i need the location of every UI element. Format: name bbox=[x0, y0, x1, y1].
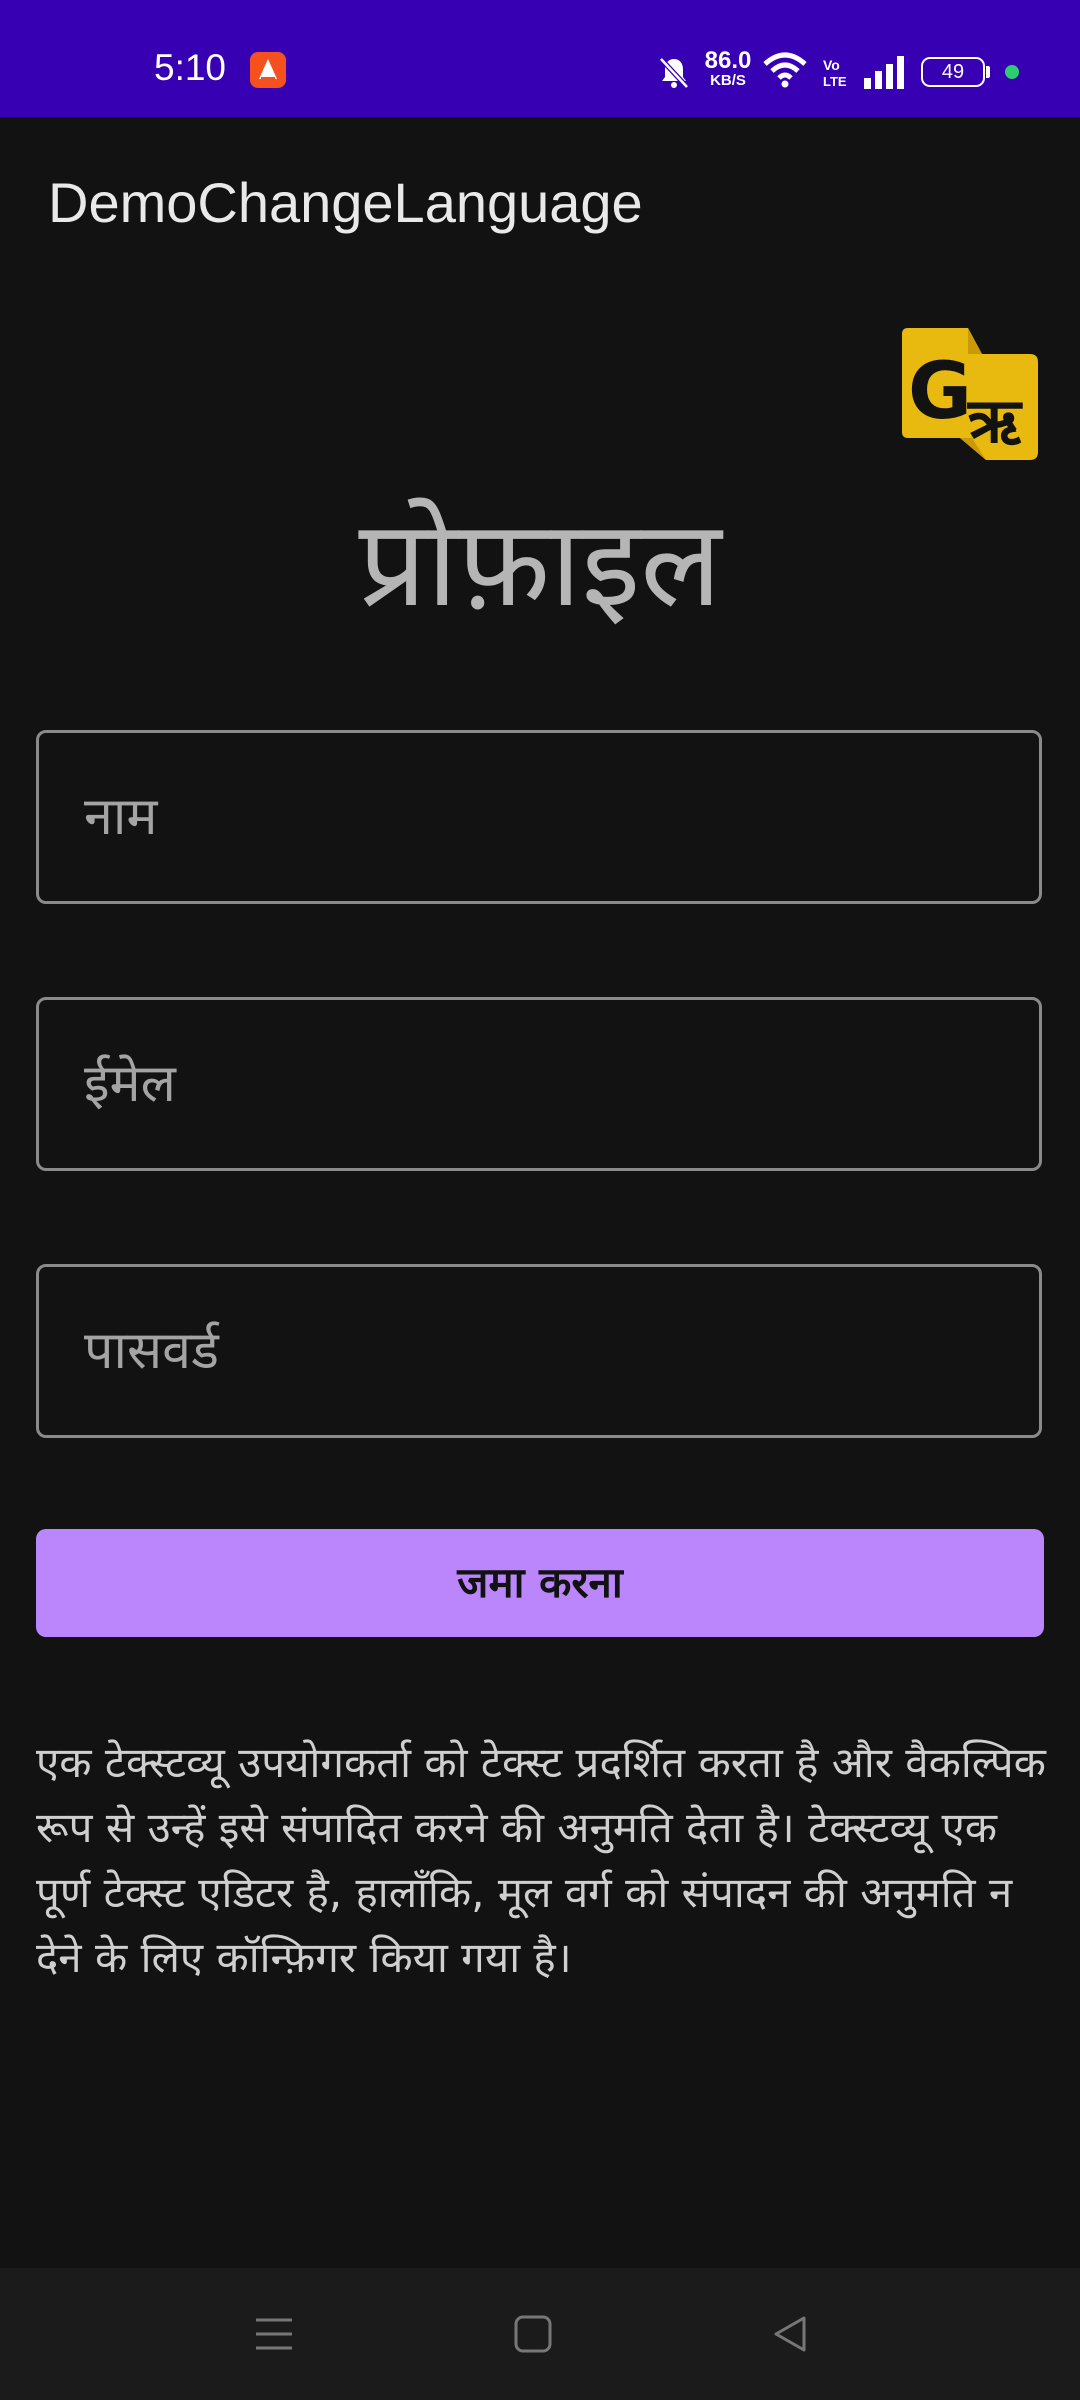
privacy-indicator-dot bbox=[1005, 65, 1019, 79]
svg-text:G: G bbox=[908, 347, 972, 437]
status-time: 5:10 bbox=[154, 47, 227, 88]
back-icon[interactable] bbox=[770, 2314, 810, 2358]
battery-icon: 49 bbox=[921, 57, 985, 87]
name-placeholder: नाम bbox=[84, 787, 158, 847]
email-placeholder: ईमेल bbox=[84, 1054, 176, 1114]
app-notification-icon bbox=[250, 52, 286, 88]
svg-text:ऋ: ऋ bbox=[967, 384, 1023, 457]
google-translate-icon: G ऋ bbox=[902, 328, 1038, 460]
network-speed-unit: KB/S bbox=[710, 72, 746, 89]
submit-button[interactable]: जमा करना bbox=[36, 1529, 1044, 1637]
email-field[interactable]: ईमेल bbox=[36, 997, 1042, 1171]
profile-heading: प्रोफ़ाइल bbox=[358, 495, 722, 634]
navigation-bar bbox=[0, 2268, 1080, 2400]
app-title: DemoChangeLanguage bbox=[48, 171, 643, 234]
password-field[interactable]: पासवर्ड bbox=[36, 1264, 1042, 1438]
svg-text:Vo: Vo bbox=[823, 57, 840, 73]
home-icon[interactable] bbox=[513, 2314, 553, 2358]
network-speed: 86.0 KB/S bbox=[702, 47, 754, 90]
mute-icon bbox=[656, 54, 692, 94]
menu-icon[interactable] bbox=[254, 2314, 294, 2358]
svg-text:LTE: LTE bbox=[823, 74, 847, 89]
wifi-icon bbox=[762, 50, 808, 94]
network-speed-value: 86.0 bbox=[704, 47, 752, 74]
status-bar: 5:10 86.0 KB/S Vo LTE 49 bbox=[0, 0, 1080, 117]
volte-icon: Vo LTE bbox=[822, 56, 848, 94]
description-text: एक टेक्स्टव्यू उपयोगकर्ता को टेक्स्ट प्र… bbox=[36, 1738, 1046, 1982]
password-placeholder: पासवर्ड bbox=[84, 1321, 219, 1381]
signal-icon bbox=[862, 54, 908, 94]
translate-button[interactable]: G ऋ bbox=[898, 326, 1040, 466]
battery-tip bbox=[986, 66, 990, 78]
name-field[interactable]: नाम bbox=[36, 730, 1042, 904]
